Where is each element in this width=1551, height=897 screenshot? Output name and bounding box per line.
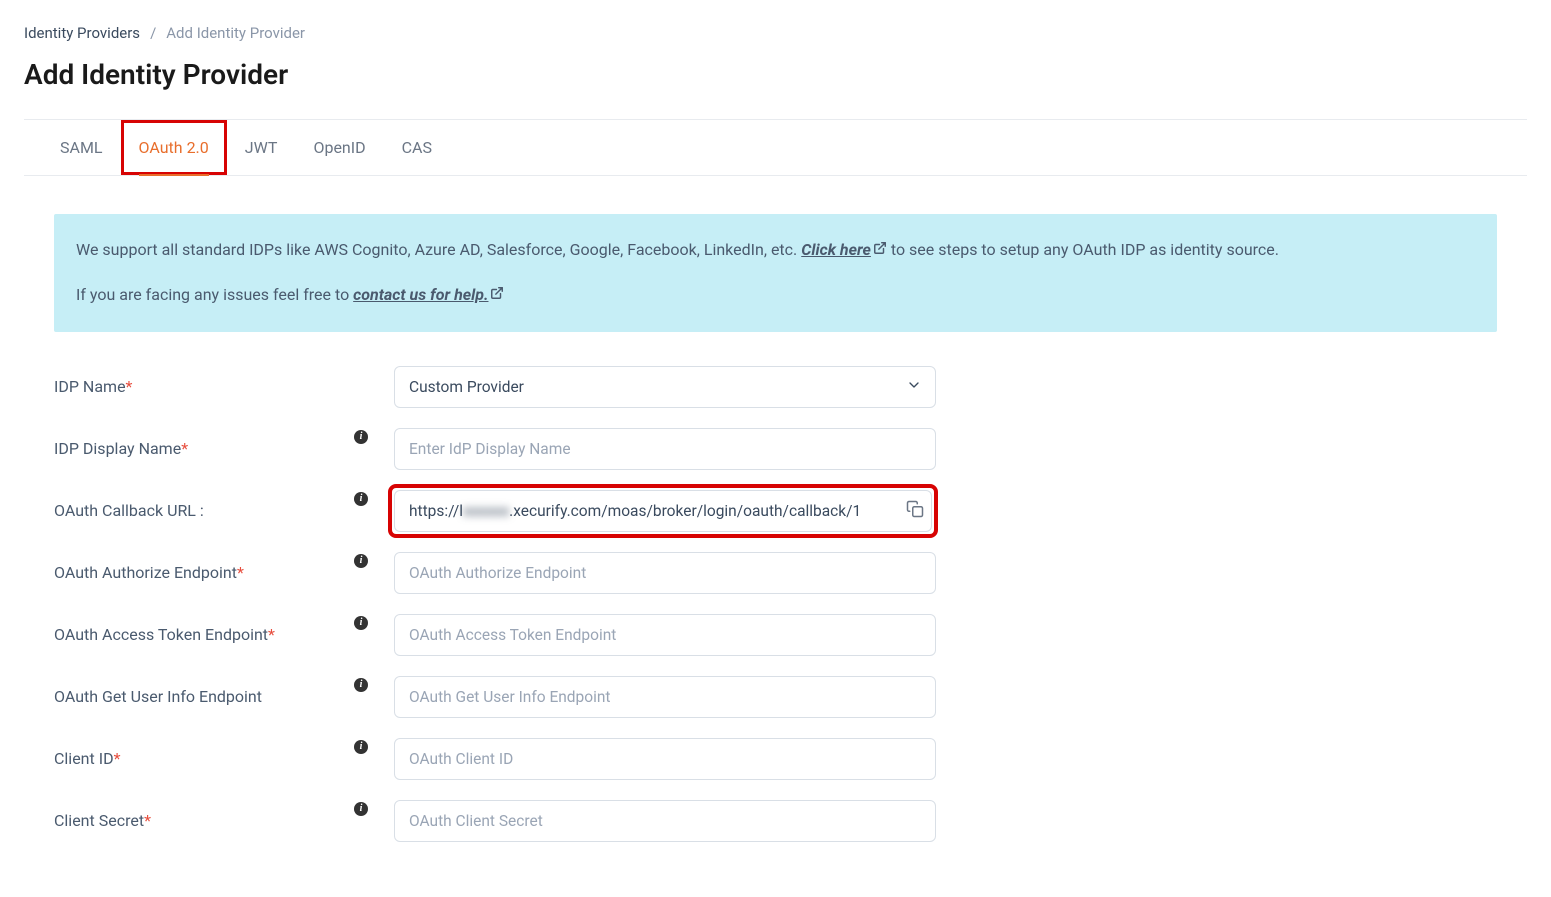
form-row-idp-display-name: IDP Display Name* i: [54, 428, 1497, 470]
info-icon[interactable]: i: [354, 802, 368, 816]
info-text-suffix-1: to see steps to setup any OAuth IDP as i…: [887, 240, 1279, 259]
breadcrumb-separator: /: [150, 24, 156, 42]
external-link-icon: [873, 241, 887, 255]
form-row-access-token-endpoint: OAuth Access Token Endpoint* i: [54, 614, 1497, 656]
idp-name-select[interactable]: Custom Provider: [394, 366, 936, 408]
click-here-link[interactable]: Click here: [801, 240, 887, 259]
form-row-idp-name: IDP Name* Custom Provider: [54, 366, 1497, 408]
form-row-authorize-endpoint: OAuth Authorize Endpoint* i: [54, 552, 1497, 594]
tabs-bar: SAML OAuth 2.0 JWT OpenID CAS: [24, 120, 1527, 176]
tab-cas[interactable]: CAS: [384, 120, 450, 175]
client-secret-input[interactable]: [394, 800, 936, 842]
label-idp-display-name: IDP Display Name*: [54, 439, 354, 458]
tab-jwt[interactable]: JWT: [227, 120, 296, 175]
form-row-client-secret: Client Secret* i: [54, 800, 1497, 842]
label-user-info-endpoint: OAuth Get User Info Endpoint: [54, 687, 354, 706]
info-icon[interactable]: i: [354, 740, 368, 754]
external-link-icon: [490, 286, 504, 300]
label-client-secret: Client Secret*: [54, 811, 354, 830]
callback-url-field: https://lxxxxxx.xecurify.com/moas/broker…: [394, 490, 932, 532]
required-marker: *: [268, 625, 275, 644]
form-row-client-id: Client ID* i: [54, 738, 1497, 780]
client-id-input[interactable]: [394, 738, 936, 780]
info-text-prefix-1: We support all standard IDPs like AWS Co…: [76, 240, 801, 259]
form-row-callback-url: OAuth Callback URL : i https://lxxxxxx.x…: [54, 490, 1497, 532]
idp-display-name-input[interactable]: [394, 428, 936, 470]
info-icon[interactable]: i: [354, 430, 368, 444]
form-row-user-info-endpoint: OAuth Get User Info Endpoint i: [54, 676, 1497, 718]
required-marker: *: [114, 749, 121, 768]
info-box: We support all standard IDPs like AWS Co…: [54, 214, 1497, 332]
label-authorize-endpoint: OAuth Authorize Endpoint*: [54, 563, 354, 582]
copy-icon[interactable]: [906, 500, 924, 522]
breadcrumb-root-link[interactable]: Identity Providers: [24, 24, 140, 42]
required-marker: *: [237, 563, 244, 582]
page-title: Add Identity Provider: [24, 58, 1527, 91]
info-text-prefix-2: If you are facing any issues feel free t…: [76, 285, 353, 304]
breadcrumb-current: Add Identity Provider: [166, 24, 305, 42]
info-icon[interactable]: i: [354, 492, 368, 506]
label-client-id: Client ID*: [54, 749, 354, 768]
breadcrumb: Identity Providers / Add Identity Provid…: [24, 24, 1527, 42]
required-marker: *: [181, 439, 188, 458]
required-marker: *: [126, 377, 133, 396]
label-callback-url: OAuth Callback URL :: [54, 501, 354, 520]
required-marker: *: [144, 811, 151, 830]
info-box-line-2: If you are facing any issues feel free t…: [76, 281, 1475, 310]
authorize-endpoint-input[interactable]: [394, 552, 936, 594]
contact-us-link[interactable]: contact us for help.: [353, 285, 504, 304]
info-icon[interactable]: i: [354, 678, 368, 692]
tab-oauth[interactable]: OAuth 2.0: [121, 120, 227, 175]
info-icon[interactable]: i: [354, 616, 368, 630]
tab-saml[interactable]: SAML: [42, 120, 121, 175]
user-info-endpoint-input[interactable]: [394, 676, 936, 718]
oauth-form: IDP Name* Custom Provider IDP Display Na…: [24, 366, 1527, 842]
label-idp-name: IDP Name*: [54, 377, 354, 396]
info-box-line-1: We support all standard IDPs like AWS Co…: [76, 236, 1475, 265]
info-icon[interactable]: i: [354, 554, 368, 568]
label-access-token-endpoint: OAuth Access Token Endpoint*: [54, 625, 354, 644]
access-token-endpoint-input[interactable]: [394, 614, 936, 656]
tab-openid[interactable]: OpenID: [295, 120, 383, 175]
